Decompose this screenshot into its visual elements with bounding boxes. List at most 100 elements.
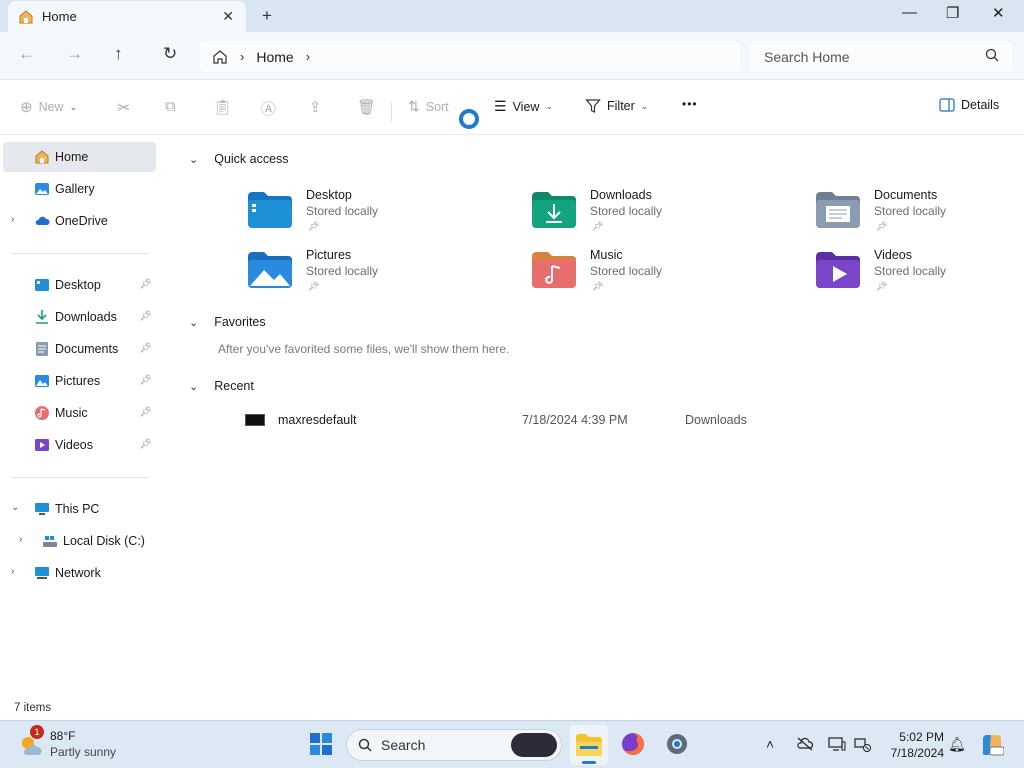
sidebar-item-label: Music	[55, 406, 88, 420]
chevron-up-icon[interactable]: ˄	[766, 736, 774, 752]
copy-icon[interactable]: ⧉	[165, 98, 176, 115]
pin-icon: 📌︎	[592, 221, 604, 231]
recent-file-row[interactable]: maxresdefault 7/18/2024 4:39 PM Download…	[245, 411, 825, 429]
cloud-icon	[35, 216, 50, 225]
refresh-button[interactable]: ↻	[163, 44, 177, 64]
onedrive-offline-icon[interactable]	[796, 736, 814, 752]
chevron-down-icon: ⌄	[189, 380, 199, 393]
home-icon	[19, 9, 33, 23]
view-button[interactable]: ☰ View ⌄	[494, 98, 553, 115]
sidebar-item-downloads[interactable]: Downloads 📌︎	[3, 302, 156, 332]
sidebar-item-local-disk[interactable]: › Local Disk (C:)	[11, 526, 164, 556]
firefox-icon[interactable]	[620, 731, 646, 757]
close-tab-icon[interactable]: ✕	[222, 8, 234, 25]
sidebar-item-this-pc[interactable]: ⌄ This PC	[3, 494, 156, 524]
tab-home[interactable]: Home ✕	[8, 1, 246, 32]
quick-access-documents[interactable]: Documents Stored locally 📌︎	[816, 188, 1016, 238]
breadcrumb[interactable]: Home	[256, 49, 293, 65]
favorites-header[interactable]: ⌄ Favorites	[189, 315, 266, 329]
chevron-right-icon[interactable]: ›	[19, 534, 22, 545]
sidebar-item-label: Network	[55, 566, 101, 580]
search-highlight-image	[511, 733, 557, 757]
up-button[interactable]: ↑	[114, 44, 123, 64]
loading-cursor-icon	[459, 109, 479, 129]
chevron-down-icon[interactable]: ⌄	[11, 502, 19, 513]
toolbar-divider	[391, 102, 392, 122]
favorites-empty-message: After you've favorited some files, we'll…	[218, 342, 510, 356]
bell-icon[interactable]: 🔔︎	[948, 736, 966, 753]
download-icon	[36, 310, 48, 324]
maximize-button[interactable]: ❐	[946, 4, 959, 22]
quick-access-videos[interactable]: Videos Stored locally 📌︎	[816, 248, 1016, 298]
pin-icon: 📌︎	[876, 281, 888, 291]
pin-icon[interactable]: 📌︎	[139, 375, 152, 386]
close-window-button[interactable]: ✕	[992, 4, 1005, 22]
chevron-down-icon: ⌄	[189, 316, 199, 329]
filter-button[interactable]: Filter ⌄	[585, 98, 648, 114]
sidebar-item-gallery[interactable]: Gallery	[3, 174, 156, 204]
copilot-icon[interactable]	[980, 733, 1004, 757]
computer-icon	[35, 503, 49, 515]
windows-start-icon[interactable]	[308, 731, 334, 757]
share-icon[interactable]: ⇪	[309, 98, 322, 116]
pin-icon[interactable]: 📌︎	[139, 311, 152, 322]
content-pane: ⌄ Quick access Desktop Stored locally 📌︎…	[165, 135, 1024, 698]
weather-widget[interactable]: 1 88°F Partly sunny	[18, 725, 128, 763]
quick-access-downloads[interactable]: Downloads Stored locally 📌︎	[532, 188, 732, 238]
sidebar-divider	[12, 253, 148, 254]
rename-icon[interactable]: Ⓐ	[261, 98, 276, 119]
sort-icon: ⇅	[408, 98, 420, 114]
settings-gear-icon[interactable]	[664, 731, 690, 757]
pin-icon[interactable]: 📌︎	[139, 279, 152, 290]
sidebar-item-onedrive[interactable]: › OneDrive	[3, 206, 156, 236]
sidebar-item-desktop[interactable]: Desktop 📌︎	[3, 270, 156, 300]
sort-button[interactable]: ⇅ Sort	[408, 98, 449, 115]
chevron-right-icon[interactable]: ›	[11, 566, 14, 577]
weather-desc: Partly sunny	[50, 745, 117, 759]
sidebar-item-pictures[interactable]: Pictures 📌︎	[3, 366, 156, 396]
new-tab-button[interactable]: +	[262, 6, 272, 26]
cut-icon[interactable]: ✂	[117, 98, 130, 118]
sidebar-item-network[interactable]: › Network	[3, 558, 156, 588]
back-button[interactable]: ←	[18, 44, 35, 64]
sidebar-item-label: Desktop	[55, 278, 101, 292]
quick-access-music[interactable]: Music Stored locally 📌︎	[532, 248, 732, 298]
pin-icon[interactable]: 📌︎	[139, 343, 152, 354]
pin-icon[interactable]: 📌︎	[139, 407, 152, 418]
sidebar-item-videos[interactable]: Videos 📌︎	[3, 430, 156, 460]
plus-circle-icon: ⊕	[20, 99, 33, 116]
quick-access-pictures[interactable]: Pictures Stored locally 📌︎	[248, 248, 448, 298]
quick-access-header[interactable]: ⌄ Quick access	[189, 152, 289, 166]
search-input[interactable]: Search Home	[750, 41, 1012, 72]
pin-icon[interactable]: 📌︎	[139, 439, 152, 450]
clock[interactable]: 5:02 PM 7/18/2024	[880, 729, 944, 761]
new-button[interactable]: ⊕ New ⌄	[20, 98, 77, 116]
filter-icon	[585, 99, 601, 113]
music-icon	[35, 406, 49, 420]
details-button[interactable]: Details	[939, 98, 999, 112]
more-options-button[interactable]: •••	[682, 97, 698, 111]
quick-access-desktop[interactable]: Desktop Stored locally 📌︎	[248, 188, 448, 238]
sidebar-item-home[interactable]: Home	[3, 142, 156, 172]
minimize-button[interactable]: —	[902, 4, 917, 21]
display-icon[interactable]	[828, 736, 846, 752]
taskbar: 1 88°F Partly sunny Search ˄ 5:02 PM 7/1…	[0, 720, 1024, 768]
chevron-right-icon[interactable]: ›	[306, 49, 310, 64]
forward-button[interactable]: →	[66, 44, 83, 64]
sidebar-item-music[interactable]: Music 📌︎	[3, 398, 156, 428]
desktop-icon	[35, 279, 49, 291]
sidebar-item-label: Gallery	[55, 182, 95, 196]
paste-icon[interactable]: 📋︎	[213, 98, 232, 116]
home-outline-icon	[213, 49, 227, 64]
chevron-down-icon: ⌄	[640, 100, 649, 111]
sidebar-item-documents[interactable]: Documents 📌︎	[3, 334, 156, 364]
recent-header[interactable]: ⌄ Recent	[189, 379, 254, 393]
taskbar-file-explorer[interactable]	[570, 725, 608, 765]
network-disconnected-icon[interactable]	[854, 736, 872, 752]
chevron-right-icon[interactable]: ›	[11, 214, 14, 225]
taskbar-search[interactable]: Search	[346, 729, 562, 761]
clock-time: 5:02 PM	[899, 730, 944, 744]
delete-icon[interactable]: 🗑︎	[357, 98, 376, 116]
address-bar[interactable]: › Home ›	[200, 41, 740, 72]
file-name: maxresdefault	[278, 413, 357, 427]
